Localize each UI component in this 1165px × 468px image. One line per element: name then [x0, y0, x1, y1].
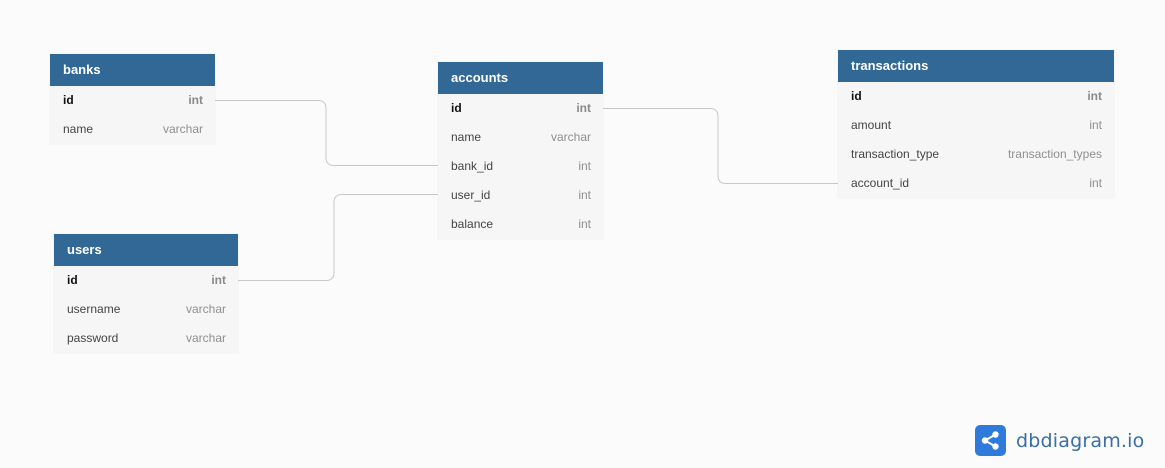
field-type: int [1089, 176, 1102, 190]
field-type: int [578, 159, 591, 173]
field-name: id [63, 93, 74, 107]
share-nodes-icon [975, 425, 1006, 456]
field-name: id [67, 273, 78, 287]
field-type: int [188, 93, 203, 107]
diagram-canvas[interactable]: banks id int name varchar accounts id in… [0, 0, 1165, 468]
field-type: varchar [185, 331, 226, 345]
field-row[interactable]: user_id int [438, 181, 603, 210]
table-banks[interactable]: banks id int name varchar [50, 54, 215, 144]
table-header[interactable]: banks [50, 54, 215, 86]
field-type: int [1089, 118, 1102, 132]
field-row[interactable]: password varchar [54, 324, 238, 353]
field-type: varchar [550, 130, 591, 144]
field-row[interactable]: id int [438, 94, 603, 123]
relationship-accounts-transactions[interactable] [603, 108, 838, 184]
table-header[interactable]: accounts [438, 62, 603, 94]
field-type: varchar [162, 122, 203, 136]
field-name: amount [851, 118, 892, 132]
table-header[interactable]: transactions [838, 50, 1114, 82]
field-name: bank_id [451, 159, 494, 173]
field-row[interactable]: bank_id int [438, 152, 603, 181]
field-row[interactable]: account_id int [838, 169, 1114, 198]
field-type: varchar [185, 302, 226, 316]
field-row[interactable]: amount int [838, 111, 1114, 140]
field-row[interactable]: id int [50, 86, 215, 115]
field-name: name [451, 130, 482, 144]
field-name: user_id [451, 188, 491, 202]
relationship-users-accounts[interactable] [238, 194, 438, 281]
field-type: int [576, 101, 591, 115]
field-name: balance [451, 217, 494, 231]
field-name: id [451, 101, 462, 115]
field-name: username [67, 302, 121, 316]
field-name: name [63, 122, 94, 136]
brand-logo[interactable]: dbdiagram.io [975, 425, 1144, 456]
table-accounts[interactable]: accounts id int name varchar bank_id int… [438, 62, 603, 239]
field-type: int [211, 273, 226, 287]
table-users[interactable]: users id int username varchar password v… [54, 234, 238, 353]
field-row[interactable]: balance int [438, 210, 603, 239]
table-header[interactable]: users [54, 234, 238, 266]
field-row[interactable]: id int [54, 266, 238, 295]
field-row[interactable]: transaction_type transaction_types [838, 140, 1114, 169]
field-name: transaction_type [851, 147, 940, 161]
field-row[interactable]: id int [838, 82, 1114, 111]
relationship-banks-accounts[interactable] [215, 100, 438, 166]
field-name: id [851, 89, 862, 103]
field-type: transaction_types [1007, 147, 1102, 161]
field-row[interactable]: username varchar [54, 295, 238, 324]
field-row[interactable]: name varchar [50, 115, 215, 144]
field-name: password [67, 331, 119, 345]
field-name: account_id [851, 176, 910, 190]
field-type: int [1087, 89, 1102, 103]
field-type: int [578, 188, 591, 202]
field-row[interactable]: name varchar [438, 123, 603, 152]
table-transactions[interactable]: transactions id int amount int transacti… [838, 50, 1114, 198]
field-type: int [578, 217, 591, 231]
brand-text: dbdiagram.io [1016, 429, 1145, 452]
